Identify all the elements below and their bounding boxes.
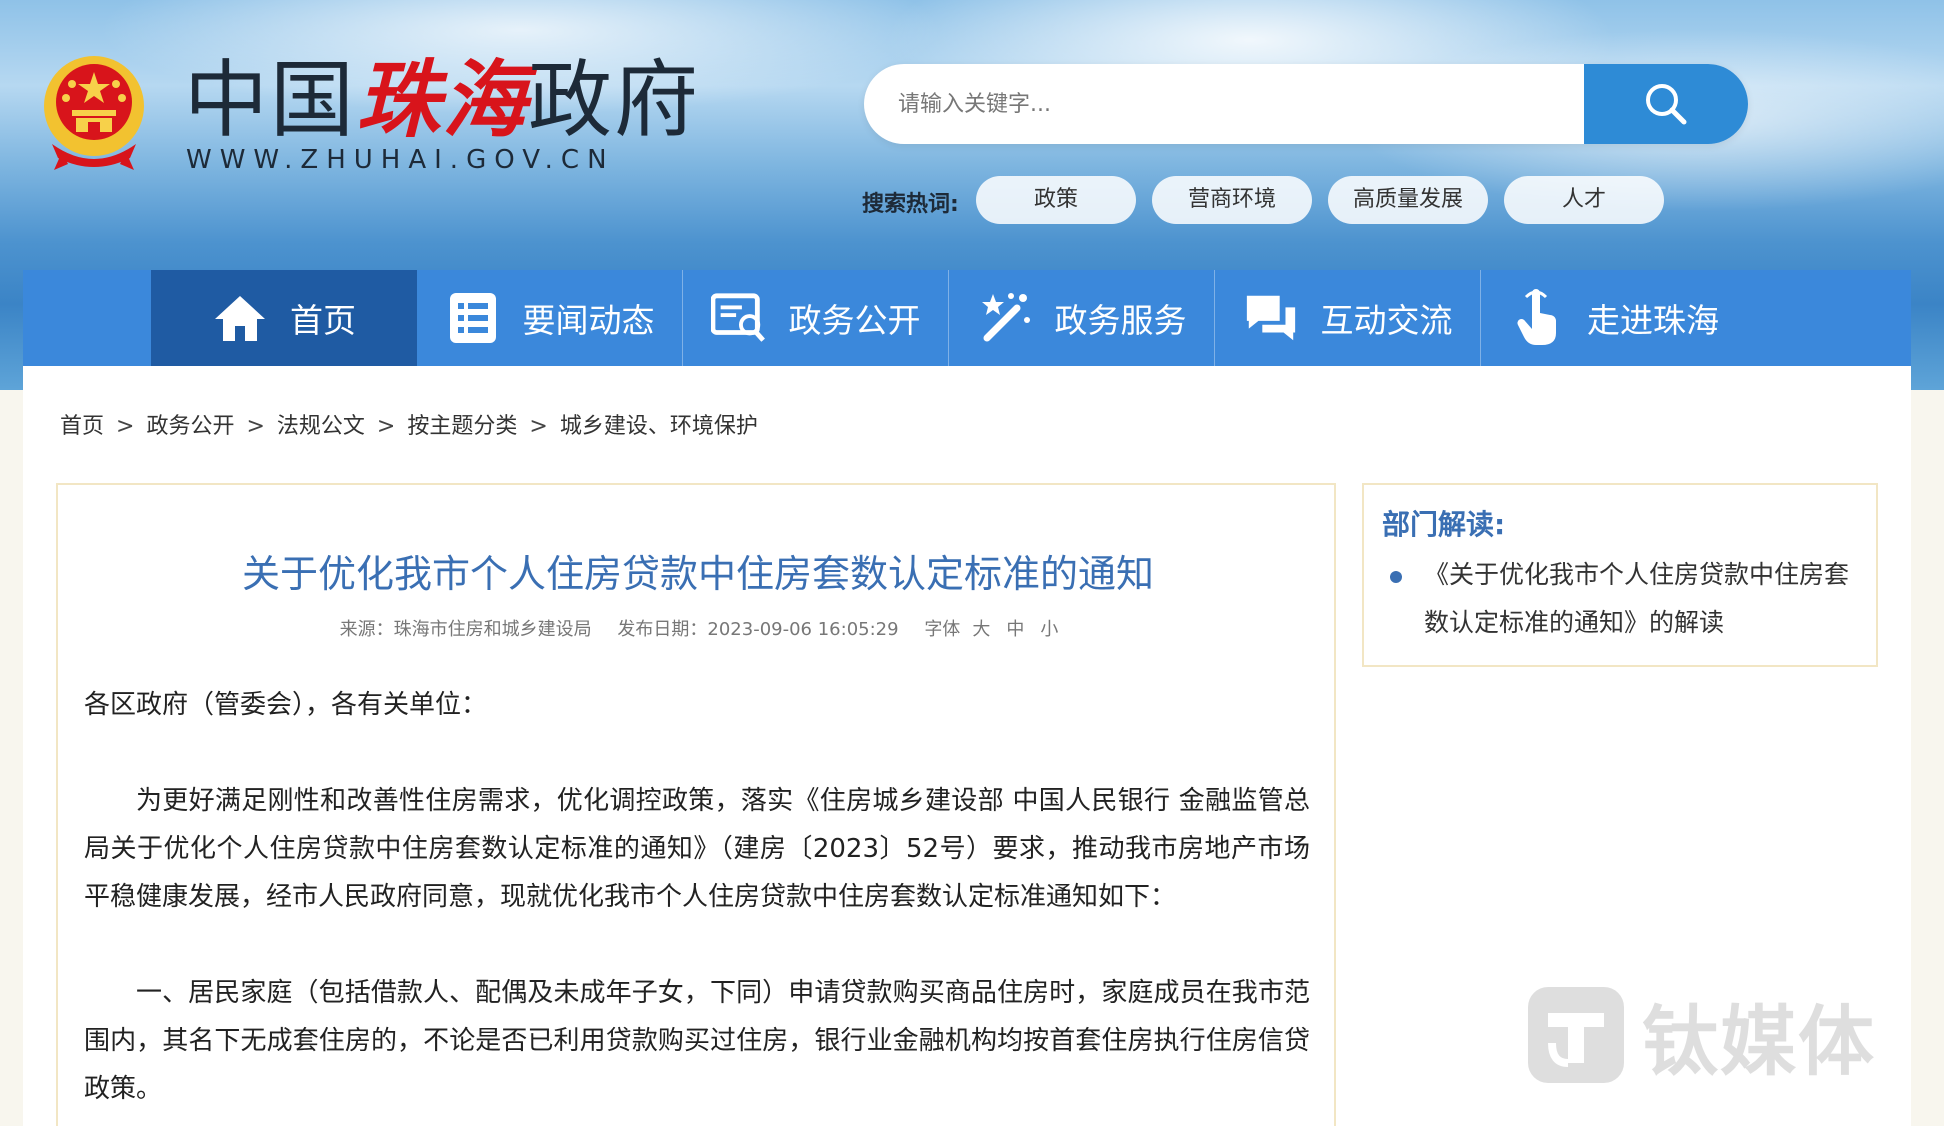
search-button[interactable] xyxy=(1584,64,1748,144)
search-box xyxy=(864,64,1748,144)
nav-label-gov-affairs: 政务公开 xyxy=(788,301,921,340)
nav-label-gov-services: 政务服务 xyxy=(1054,301,1187,340)
logo-prefix: 中国 xyxy=(184,51,357,149)
tmtpost-logo-icon xyxy=(1528,987,1624,1083)
article-date: 发布日期：2023-09-06 16:05:29 xyxy=(617,619,899,640)
article-source: 来源：珠海市住房和城乡建设局 xyxy=(339,619,592,640)
home-icon xyxy=(212,290,268,346)
nav-item-home[interactable]: 首页 xyxy=(151,270,417,366)
nav-label-interaction: 互动交流 xyxy=(1320,301,1453,340)
article-body: 各区政府（管委会），各有关单位： 为更好满足刚性和改善性住房需求，优化调控政策，… xyxy=(84,681,1310,1126)
chat-bubbles-icon xyxy=(1243,290,1299,346)
nav-label-home: 首页 xyxy=(290,301,356,340)
breadcrumb-item-home[interactable]: 首页 xyxy=(60,414,104,439)
logo-city: 珠海 xyxy=(356,50,529,149)
nav-item-gov-services[interactable]: 政务服务 xyxy=(949,270,1215,366)
breadcrumb: 首页 > 政务公开 > 法规公文 > 按主题分类 > 城乡建设、环境保护 xyxy=(60,408,758,440)
article-title: 关于优化我市个人住房贷款中住房套数认定标准的通知 xyxy=(241,552,1154,596)
nav-item-interaction[interactable]: 互动交流 xyxy=(1215,270,1481,366)
site-logo[interactable]: 中国珠海政府 xyxy=(184,50,701,149)
font-size-medium[interactable]: 中 xyxy=(1006,619,1024,640)
breadcrumb-separator: > xyxy=(116,414,135,439)
document-search-icon xyxy=(710,290,767,346)
main-nav: 首页 要闻动态 政务公开 政务服务 互动交流 走进珠海 xyxy=(23,270,1911,366)
breadcrumb-separator: > xyxy=(529,414,548,439)
department-interpretation-panel: 部门解读: 《关于优化我市个人住房贷款中住房套数认定标准的通知》的解读 xyxy=(1362,483,1878,667)
article-meta: 来源：珠海市住房和城乡建设局 发布日期：2023-09-06 16:05:29 … xyxy=(58,615,1338,641)
article-paragraph-2: 一、居民家庭（包括借款人、配偶及未成年子女，下同）申请贷款购买商品住房时，家庭成… xyxy=(84,978,1310,1104)
font-size-label: 字体 xyxy=(924,619,961,640)
breadcrumb-item-gov-affairs[interactable]: 政务公开 xyxy=(146,414,234,439)
hot-tag-development[interactable]: 高质量发展 xyxy=(1328,176,1488,224)
nav-label-news: 要闻动态 xyxy=(522,301,655,340)
breadcrumb-separator: > xyxy=(376,414,396,439)
logo-url: WWW.ZHUHAI.GOV.CN xyxy=(186,145,615,175)
nav-item-news[interactable]: 要闻动态 xyxy=(417,270,683,366)
bullet-icon xyxy=(1390,571,1402,583)
hot-search-label: 搜索热词: xyxy=(862,192,959,217)
nav-item-gov-affairs[interactable]: 政务公开 xyxy=(683,270,949,366)
article-salutation: 各区政府（管委会），各有关单位： xyxy=(84,690,488,720)
font-size-large[interactable]: 大 xyxy=(972,619,990,640)
side-panel-title: 部门解读: xyxy=(1382,508,1506,541)
article-panel: 关于优化我市个人住房贷款中住房套数认定标准的通知 来源：珠海市住房和城乡建设局 … xyxy=(56,483,1336,1126)
pointer-hand-icon xyxy=(1509,289,1565,346)
watermark-text: 钛媒体 xyxy=(1642,997,1876,1086)
news-list-icon xyxy=(445,290,501,346)
hot-tag-business-env[interactable]: 营商环境 xyxy=(1152,176,1312,224)
interpretation-link[interactable]: 《关于优化我市个人住房贷款中住房套数认定标准的通知》的解读 xyxy=(1424,551,1854,647)
hot-tag-talent[interactable]: 人才 xyxy=(1504,176,1664,224)
breadcrumb-item-by-topic[interactable]: 按主题分类 xyxy=(407,414,517,439)
search-input[interactable] xyxy=(864,64,1584,144)
breadcrumb-item-regulations[interactable]: 法规公文 xyxy=(277,414,365,439)
search-icon xyxy=(1646,84,1687,125)
magic-wand-icon xyxy=(977,290,1033,346)
breadcrumb-separator: > xyxy=(246,414,265,439)
font-size-small[interactable]: 小 xyxy=(1040,619,1058,640)
article-paragraph-1: 为更好满足刚性和改善性住房需求，优化调控政策，落实《住房城乡建设部 中国人民银行… xyxy=(84,786,1310,912)
logo-suffix: 政府 xyxy=(528,51,701,149)
hot-tag-policy[interactable]: 政策 xyxy=(976,176,1136,224)
nav-label-visit-zhuhai: 走进珠海 xyxy=(1587,301,1719,340)
national-emblem-icon xyxy=(44,56,144,170)
nav-item-visit-zhuhai[interactable]: 走进珠海 xyxy=(1481,270,1747,366)
watermark: 钛媒体 xyxy=(1524,980,1924,1090)
breadcrumb-item-urban-construction[interactable]: 城乡建设、环境保护 xyxy=(560,414,758,439)
